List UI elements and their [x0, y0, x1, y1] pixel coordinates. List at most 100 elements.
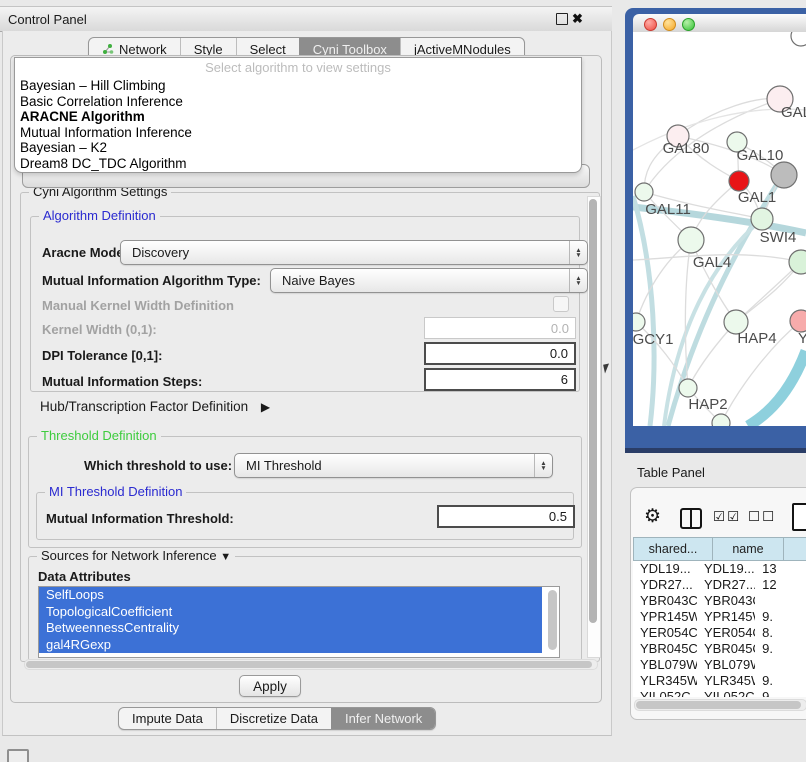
algorithm-option[interactable]: Mutual Information Inference [15, 125, 581, 141]
zoom-window-icon[interactable] [682, 18, 695, 31]
which-threshold-value: MI Threshold [246, 458, 322, 473]
algorithm-option[interactable]: Bayesian – Hill Climbing [15, 78, 581, 94]
table-row[interactable]: YBR043CYBR043C [633, 593, 806, 609]
attributes-scrollbar-thumb[interactable] [548, 590, 557, 650]
column-layout-icon[interactable] [680, 508, 702, 529]
settings-hscrollbar-thumb[interactable] [26, 661, 592, 668]
network-window-shadow [625, 448, 806, 453]
new-table-icon[interactable] [792, 503, 806, 531]
table-cell: 12 [755, 577, 806, 593]
settings-scrollbar-thumb[interactable] [589, 199, 597, 623]
attribute-list-item[interactable]: SelfLoops [39, 587, 542, 604]
network-node[interactable] [790, 310, 806, 332]
mi-threshold-group-title: MI Threshold Definition [45, 484, 186, 499]
network-node[interactable] [791, 32, 806, 46]
table-column-header[interactable]: A [784, 537, 806, 561]
table-cell [755, 593, 806, 609]
tab-impute-data[interactable]: Impute Data [119, 708, 216, 729]
network-edge[interactable] [748, 351, 806, 426]
table-column-header[interactable]: name [713, 537, 784, 561]
table-row[interactable]: YLR345WYLR345W9. [633, 673, 806, 689]
expand-right-icon[interactable]: ▶ [261, 400, 270, 414]
tab-label: Infer Network [345, 711, 422, 726]
network-node[interactable] [729, 171, 749, 191]
which-threshold-combobox[interactable]: MI Threshold ▲▼ [234, 453, 553, 478]
aracne-mode-combobox[interactable]: Discovery ▲▼ [120, 240, 588, 265]
network-edge[interactable] [736, 262, 801, 322]
minimized-panel-icon[interactable] [7, 749, 29, 762]
mi-steps-field[interactable]: 6 [424, 368, 576, 391]
network-node-label: GAL [781, 104, 806, 121]
manual-kernel-checkbox[interactable] [553, 296, 569, 312]
attribute-list-item[interactable]: gal4RGexp [39, 637, 542, 654]
algorithm-dropdown-placeholder: Select algorithm to view settings [15, 58, 581, 78]
table-cell: YBL079W [697, 657, 755, 673]
tab-discretize-data[interactable]: Discretize Data [216, 708, 331, 729]
table-cell: YDR27... [697, 577, 755, 593]
close-window-icon[interactable] [644, 18, 657, 31]
table-row[interactable]: YIL052CYIL052C9 [633, 689, 806, 697]
table-row[interactable]: YDR27...YDR27...12 [633, 577, 806, 593]
data-attributes-list[interactable]: SelfLoopsTopologicalCoefficientBetweenne… [38, 586, 560, 658]
table-body: YDL19...YDL19...13YDR27...YDR27...12YBR0… [633, 561, 806, 697]
algorithm-option[interactable]: Bayesian – K2 [15, 140, 581, 156]
combobox-arrows-icon: ▲▼ [569, 241, 587, 264]
network-node[interactable] [679, 379, 697, 397]
mi-threshold-field[interactable]: 0.5 [437, 505, 575, 528]
network-node[interactable] [751, 208, 773, 230]
network-node[interactable] [633, 313, 645, 331]
table-cell: YBL079W [633, 657, 697, 673]
table-row[interactable]: YBL079WYBL079W [633, 657, 806, 673]
table-column-header[interactable]: shared... [633, 537, 713, 561]
network-node[interactable] [635, 183, 653, 201]
network-node-label: GAL4 [693, 254, 731, 271]
algorithm-option[interactable]: ARACNE Algorithm [15, 109, 581, 125]
algorithm-option[interactable]: Dream8 DC_TDC Algorithm [15, 156, 581, 172]
settings-scrollbar[interactable] [587, 196, 601, 658]
network-node[interactable] [678, 227, 704, 253]
tab-label: Discretize Data [230, 711, 318, 726]
network-icon [102, 43, 114, 55]
table-row[interactable]: YER054CYER054C8. [633, 625, 806, 641]
network-window-titlebar[interactable] [633, 14, 806, 33]
algorithm-option[interactable]: Basic Correlation Inference [15, 94, 581, 110]
network-edge[interactable] [633, 196, 654, 426]
network-node-label: Y [798, 330, 806, 347]
minimize-window-icon[interactable] [663, 18, 676, 31]
mi-type-combobox[interactable]: Naive Bayes ▲▼ [270, 268, 588, 293]
apply-button[interactable]: Apply [239, 675, 301, 697]
network-node-label: GCY1 [633, 331, 673, 348]
table-settings-gear-icon[interactable]: ⚙ [644, 505, 661, 528]
expand-down-icon[interactable]: ▼ [220, 551, 231, 563]
network-graph[interactable]: GALGAL80GAL10GAL1GAL11SWI4GAL4GCY1HAP4YH… [633, 32, 806, 426]
hub-section-toggle[interactable]: Hub/Transcription Factor Definition ▶ [40, 399, 270, 414]
table-row[interactable]: YDL19...YDL19...13 [633, 561, 806, 577]
settings-hscrollbar[interactable] [24, 659, 598, 670]
network-node[interactable] [712, 414, 730, 426]
table-cell: 9. [755, 609, 806, 625]
table-hscrollbar[interactable] [634, 699, 806, 711]
table-hscrollbar-thumb[interactable] [636, 701, 801, 709]
application-window: Control Panel ✖ NetworkStyleSelectCyni T… [0, 0, 806, 762]
table-cell: YBR043C [697, 593, 755, 609]
cyni-bottom-tabbar: Impute Data Discretize Data Infer Network [118, 707, 436, 730]
deselect-all-checkboxes-icon[interactable]: ☐☐ [748, 509, 776, 525]
table-row[interactable]: YBR045CYBR045C9. [633, 641, 806, 657]
table-cell: YER054C [633, 625, 697, 641]
tab-infer-network[interactable]: Infer Network [331, 708, 435, 729]
control-panel-title: Control Panel [8, 12, 87, 27]
dpi-tolerance-field[interactable]: 0.0 [424, 342, 576, 365]
attribute-list-item[interactable]: BetweennessCentrality [39, 620, 542, 637]
select-all-checkboxes-icon[interactable]: ☑☑ [713, 509, 741, 525]
close-panel-icon[interactable]: ✖ [572, 11, 583, 27]
mi-steps-label: Mutual Information Steps: [42, 374, 202, 389]
combobox-arrows-icon: ▲▼ [534, 454, 552, 477]
kernel-width-field[interactable]: 0.0 [424, 317, 576, 339]
table-cell [755, 657, 806, 673]
table-cell: YBR045C [633, 641, 697, 657]
table-row[interactable]: YPR145WYPR145W9. [633, 609, 806, 625]
float-panel-icon[interactable] [556, 13, 568, 25]
network-node[interactable] [771, 162, 797, 188]
attribute-list-item[interactable]: TopologicalCoefficient [39, 604, 542, 621]
mi-threshold-label: Mutual Information Threshold: [46, 511, 234, 526]
